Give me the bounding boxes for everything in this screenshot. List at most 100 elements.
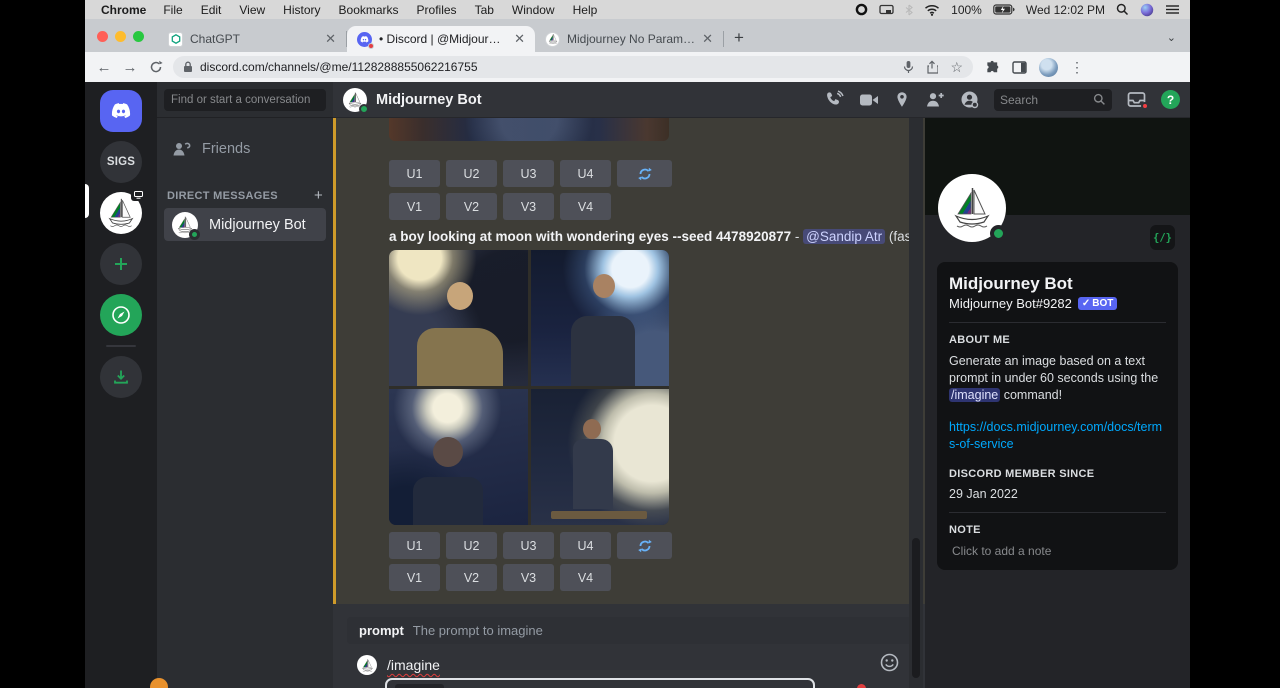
menu-tab[interactable]: Tab xyxy=(475,3,494,17)
menu-window[interactable]: Window xyxy=(512,3,555,17)
note-placeholder[interactable]: Click to add a note xyxy=(949,544,1166,558)
midjourney-favicon xyxy=(545,32,560,47)
u2-button[interactable]: U2 xyxy=(446,532,497,559)
tab-discord-active[interactable]: • Discord | @Midjourney Bot ✕ xyxy=(347,26,535,52)
scrollbar-thumb[interactable] xyxy=(912,538,920,678)
v2-button[interactable]: V2 xyxy=(446,193,497,220)
v3-button[interactable]: V3 xyxy=(503,564,554,591)
generated-image-grid[interactable] xyxy=(389,250,669,525)
conversation-search-button[interactable]: Find or start a conversation xyxy=(164,89,326,111)
new-tab-button[interactable]: + xyxy=(724,28,756,52)
help-button[interactable]: ? xyxy=(1161,90,1180,109)
wifi-icon[interactable] xyxy=(924,4,940,16)
image-variant-4[interactable] xyxy=(531,389,670,525)
dm-item-midjourney-bot[interactable]: Midjourney Bot xyxy=(164,208,326,241)
imagine-command[interactable]: /imagine xyxy=(387,657,440,673)
voice-call-icon[interactable] xyxy=(825,90,844,109)
image-variant-3[interactable] xyxy=(389,389,528,525)
display-mirroring-icon[interactable] xyxy=(879,4,894,16)
control-center-icon[interactable] xyxy=(1165,4,1180,15)
image-variant-1[interactable] xyxy=(389,250,528,386)
user-mention[interactable]: @Sandip Atr xyxy=(803,229,885,244)
previous-image-grid-partial[interactable] xyxy=(389,118,669,141)
u1-button[interactable]: U1 xyxy=(389,160,440,187)
reading-list-sidebar-icon[interactable] xyxy=(1012,61,1027,74)
tab-search-chevron-icon[interactable]: ⌄ xyxy=(1167,31,1190,52)
zoom-window-button[interactable] xyxy=(133,31,144,42)
extensions-puzzle-icon[interactable] xyxy=(985,60,1000,75)
browser-menu-icon[interactable]: ⋮ xyxy=(1070,59,1084,76)
explore-servers-button[interactable] xyxy=(100,294,142,336)
emoji-picker-icon[interactable] xyxy=(880,653,899,677)
v1-button[interactable]: V1 xyxy=(389,564,440,591)
inbox-button[interactable] xyxy=(1127,91,1146,108)
address-bar[interactable]: discord.com/channels/@me/112828885506221… xyxy=(173,56,973,78)
browser-profile-avatar[interactable] xyxy=(1039,58,1058,77)
create-dm-icon[interactable]: + xyxy=(314,187,325,204)
v1-button[interactable]: V1 xyxy=(389,193,440,220)
menu-bookmarks[interactable]: Bookmarks xyxy=(339,3,399,17)
u4-button[interactable]: U4 xyxy=(560,532,611,559)
command-option-popup[interactable]: prompt The prompt to imagine xyxy=(347,617,911,644)
menu-view[interactable]: View xyxy=(239,3,265,17)
back-button[interactable]: ← xyxy=(95,58,113,76)
close-tab-icon[interactable]: ✕ xyxy=(325,31,336,47)
prompt-input[interactable]: prompt a boy looking at moon with wonder… xyxy=(385,678,815,688)
spotlight-search-icon[interactable] xyxy=(1116,3,1129,16)
dm-header-label[interactable]: DIRECT MESSAGES xyxy=(167,190,278,202)
forward-button[interactable]: → xyxy=(121,58,139,76)
tab-chatgpt[interactable]: ChatGPT ✕ xyxy=(158,26,346,52)
figure xyxy=(571,316,635,386)
discord-home-button[interactable] xyxy=(100,90,142,132)
message-scroll-area[interactable]: U1 U2 U3 U4 V1 V2 V3 xyxy=(333,118,925,604)
u4-button[interactable]: U4 xyxy=(560,160,611,187)
battery-charging-icon xyxy=(993,4,1015,15)
v4-button[interactable]: V4 xyxy=(560,193,611,220)
menu-profiles[interactable]: Profiles xyxy=(417,3,457,17)
rerun-button[interactable] xyxy=(617,160,672,187)
tab-midjourney-docs[interactable]: Midjourney No Parameter ✕ xyxy=(535,26,723,52)
profile-avatar[interactable] xyxy=(938,174,1006,242)
add-server-button[interactable] xyxy=(100,243,142,285)
close-tab-icon[interactable]: ✕ xyxy=(514,31,525,47)
pin-icon[interactable] xyxy=(894,91,910,109)
menu-file[interactable]: File xyxy=(163,3,182,17)
reload-button[interactable] xyxy=(147,58,165,76)
menu-app-name[interactable]: Chrome xyxy=(101,3,146,17)
u3-button[interactable]: U3 xyxy=(503,160,554,187)
member-profile-icon[interactable] xyxy=(960,90,979,109)
sidebar-item-friends[interactable]: Friends xyxy=(164,132,326,165)
server-icon-sigs[interactable]: SIGS xyxy=(100,141,142,183)
v4-button[interactable]: V4 xyxy=(560,564,611,591)
dm-avatar-midjourney[interactable] xyxy=(100,192,142,234)
close-window-button[interactable] xyxy=(97,31,108,42)
add-friend-icon[interactable] xyxy=(925,91,945,108)
bookmark-star-icon[interactable]: ☆ xyxy=(950,59,963,76)
siri-icon[interactable] xyxy=(1140,3,1154,17)
u1-button[interactable]: U1 xyxy=(389,532,440,559)
v3-button[interactable]: V3 xyxy=(503,193,554,220)
minimize-window-button[interactable] xyxy=(115,31,126,42)
image-variant-2[interactable] xyxy=(531,250,670,386)
bluetooth-icon[interactable] xyxy=(905,4,913,16)
chat-search-input[interactable]: Search xyxy=(994,89,1112,111)
imagine-chip[interactable]: /imagine xyxy=(949,388,1000,402)
close-tab-icon[interactable]: ✕ xyxy=(702,31,713,47)
u2-button[interactable]: U2 xyxy=(446,160,497,187)
microphone-icon[interactable] xyxy=(903,60,914,74)
profile-name: Midjourney Bot xyxy=(949,274,1166,294)
menu-help[interactable]: Help xyxy=(573,3,598,17)
share-icon[interactable] xyxy=(926,60,938,74)
menu-edit[interactable]: Edit xyxy=(201,3,222,17)
screen-record-icon[interactable] xyxy=(855,3,868,16)
menubar-clock[interactable]: Wed 12:02 PM xyxy=(1026,3,1105,17)
terms-of-service-link[interactable]: https://docs.midjourney.com/docs/terms-o… xyxy=(949,419,1166,453)
download-apps-button[interactable] xyxy=(100,356,142,398)
v2-button[interactable]: V2 xyxy=(446,564,497,591)
rerun-button[interactable] xyxy=(617,532,672,559)
menu-history[interactable]: History xyxy=(283,3,320,17)
u3-button[interactable]: U3 xyxy=(503,532,554,559)
upscale-button-row: U1 U2 U3 U4 xyxy=(389,532,672,559)
video-call-icon[interactable] xyxy=(859,92,879,108)
chat-scrollbar[interactable] xyxy=(909,118,923,688)
